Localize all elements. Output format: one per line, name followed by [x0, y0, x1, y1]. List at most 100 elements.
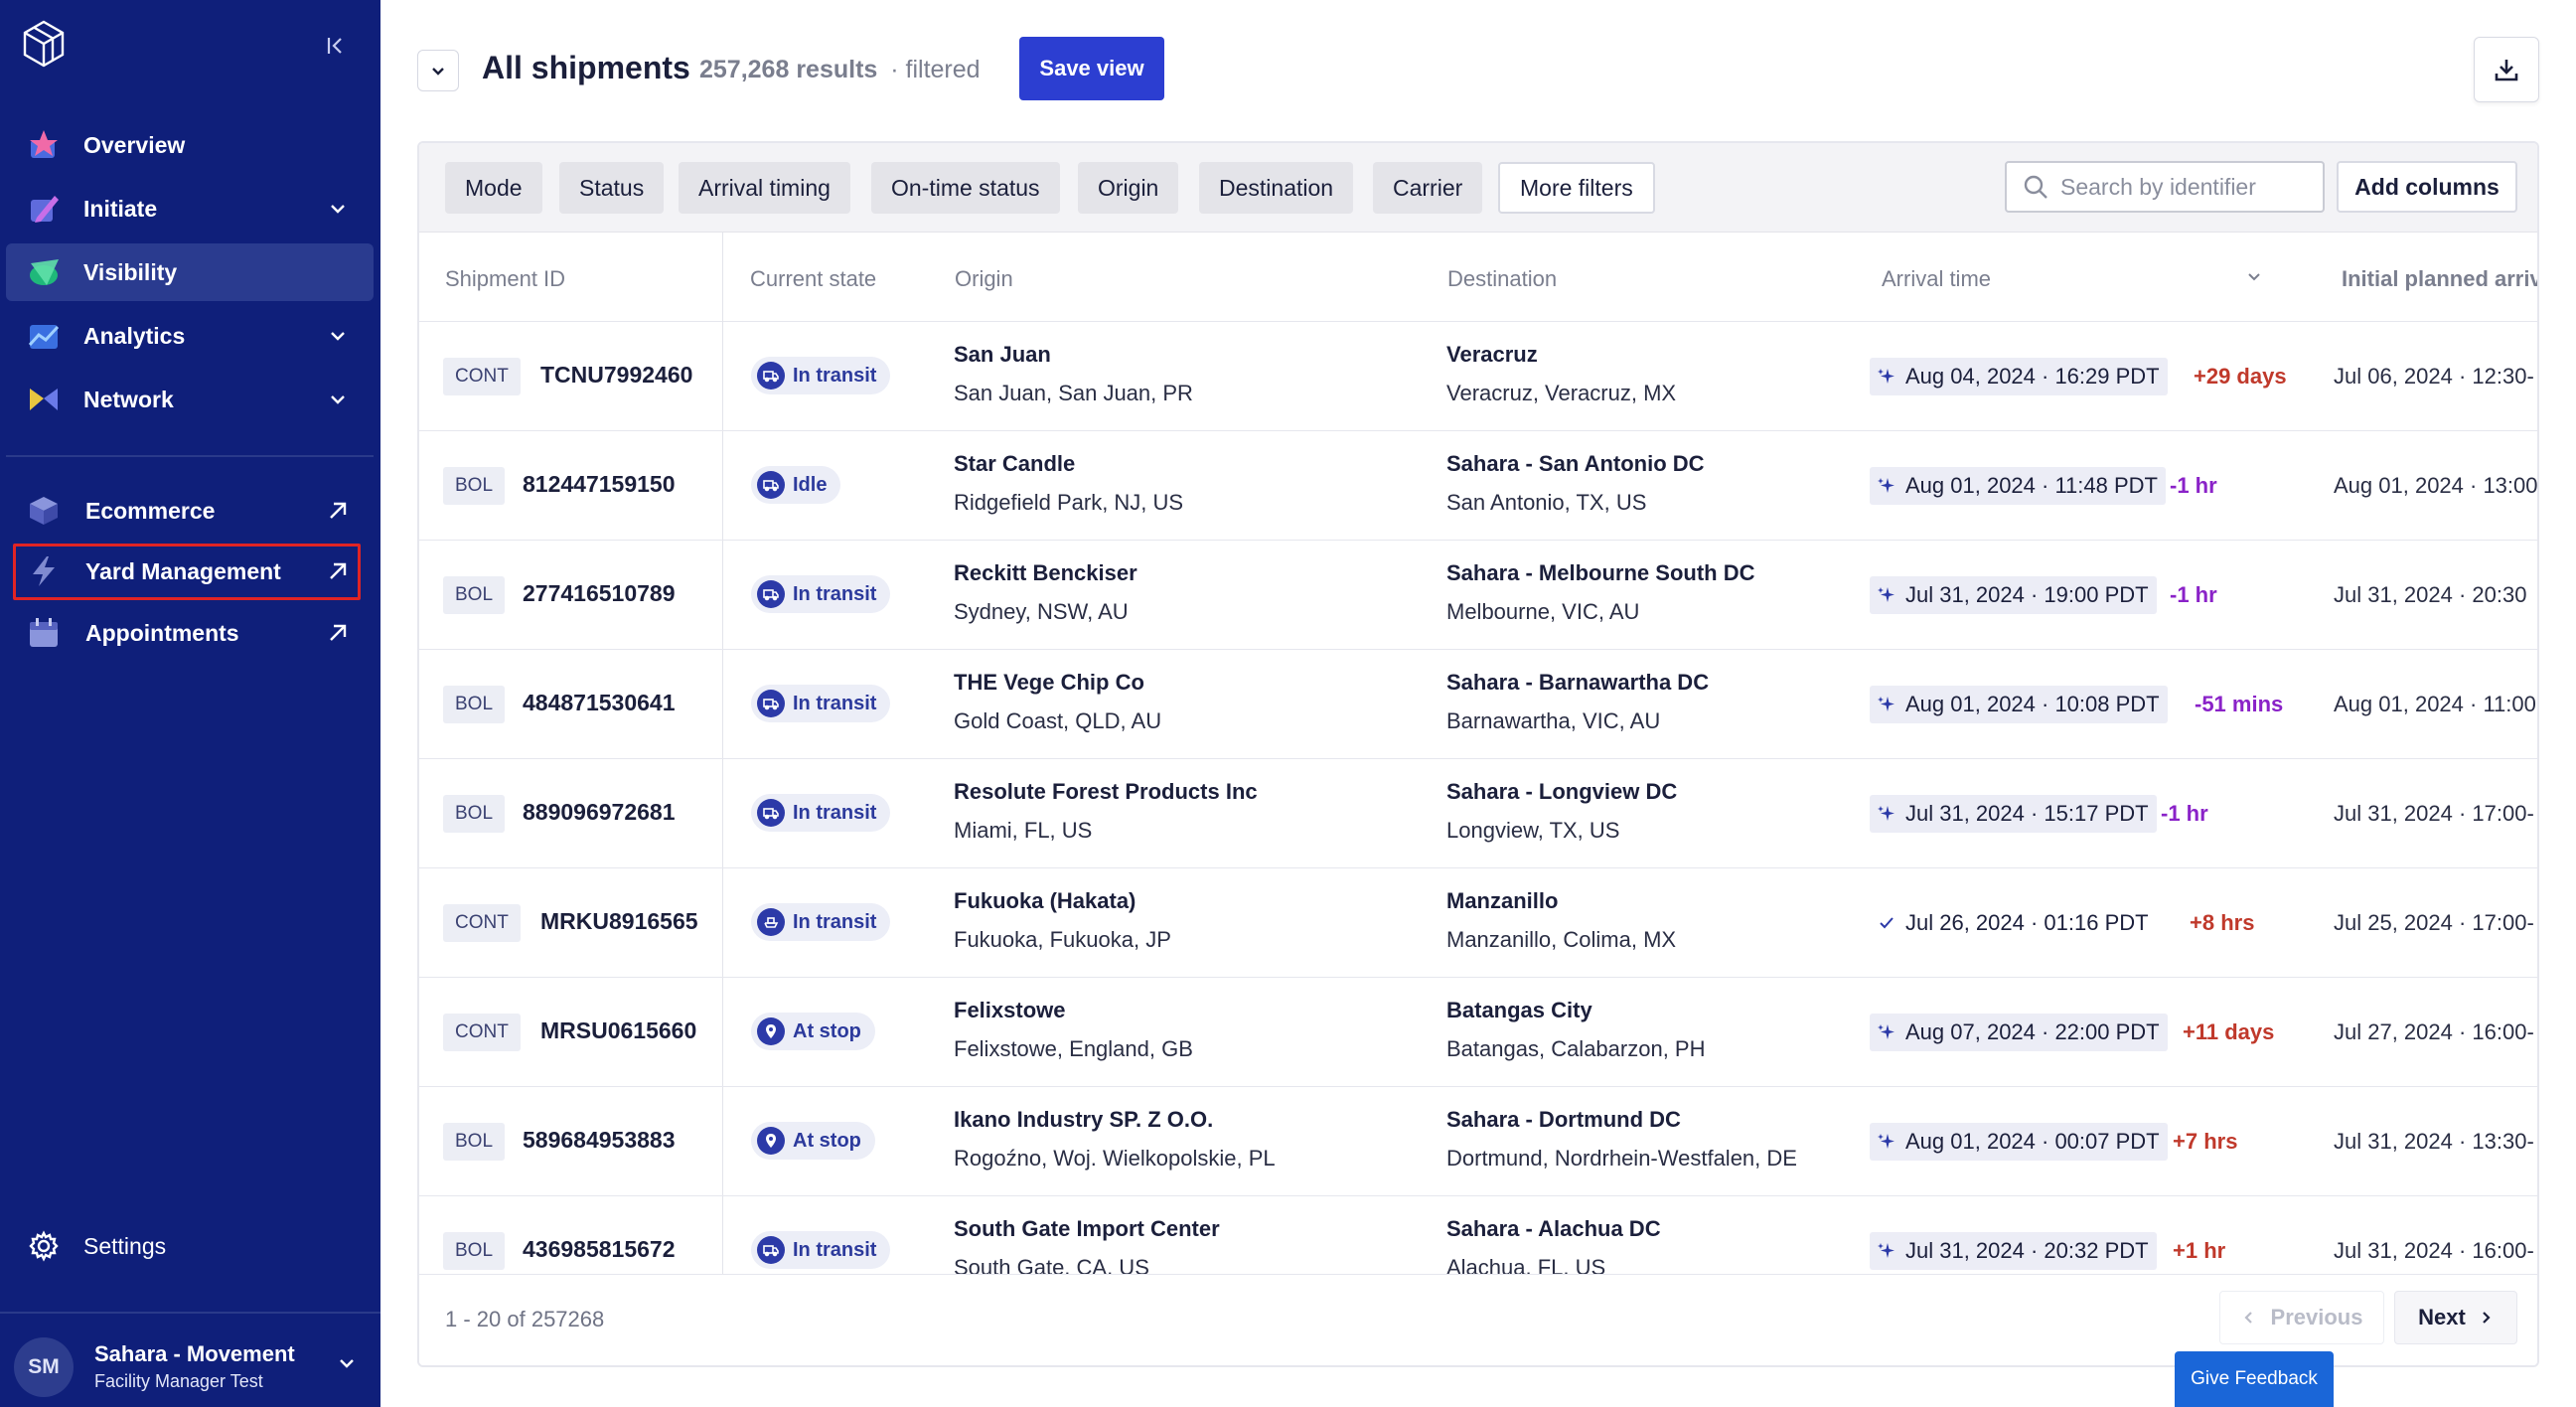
shipment-id[interactable]: 484871530641 [523, 690, 676, 716]
initial-planned-arrival: Jul 31, 2024 · 13:30- [2334, 1129, 2534, 1154]
shipment-type-badge: BOL [443, 686, 506, 723]
shipment-type-badge: BOL [443, 1123, 506, 1161]
settings-label: Settings [83, 1232, 167, 1259]
status-label: At stop [793, 1019, 861, 1042]
view-dropdown-button[interactable] [417, 50, 459, 91]
table-row[interactable]: BOL 589684953883 At stop Ikano Industry SP.… [419, 1087, 2537, 1196]
shipment-id[interactable]: TCNU7992460 [540, 362, 692, 389]
status-badge: In transit [751, 794, 891, 832]
filter-carrier[interactable]: Carrier [1373, 162, 1483, 214]
column-origin[interactable]: Origin [955, 266, 1013, 292]
sparkle-icon [1876, 1242, 1897, 1260]
more-filters-button[interactable]: More filters [1498, 162, 1655, 214]
chevron-down-icon[interactable] [324, 322, 352, 350]
table-row[interactable]: CONT MRSU0615660 At stop Felixstowe Felixsto… [419, 978, 2537, 1087]
shipment-id[interactable]: 589684953883 [523, 1127, 676, 1154]
truck-icon [757, 580, 785, 608]
origin-location: Ridgefield Park, NJ, US [954, 490, 1184, 515]
table-row[interactable]: BOL 812447159150 Idle Star Candle Ridgefield… [419, 431, 2537, 541]
sidebar-item-visibility[interactable]: Visibility [6, 243, 374, 301]
next-label: Next [2418, 1305, 2466, 1329]
column-arrival-time[interactable]: Arrival time [1882, 266, 1991, 292]
chevron-down-icon[interactable] [324, 195, 352, 223]
initial-planned-arrival: Jul 31, 2024 · 20:30 [2334, 582, 2527, 607]
origin-location: Rogoźno, Woj. Wielkopolskie, PL [954, 1146, 1276, 1171]
column-initial-planned-arrival[interactable]: Initial planned arriv [2342, 266, 2537, 292]
origin-name: South Gate Import Center [954, 1216, 1220, 1241]
table-row[interactable]: CONT MRKU8916565 In transit Fukuoka (Hakata… [419, 868, 2537, 978]
arrival-time: Aug 01, 2024 · 11:48 PDT [1870, 467, 2166, 505]
filter-status[interactable]: Status [559, 162, 665, 214]
table-row[interactable]: CONT TCNU7992460 In transit San Juan San Jua… [419, 322, 2537, 431]
shipment-id[interactable]: 436985815672 [523, 1236, 676, 1263]
user-name: Sahara - Movement [94, 1341, 295, 1366]
filter-on-time-status[interactable]: On-time status [871, 162, 1060, 214]
table-row[interactable]: BOL 889096972681 In transit Resolute Forest… [419, 759, 2537, 868]
origin-name: Reckitt Benckiser [954, 560, 1137, 585]
status-label: In transit [793, 801, 877, 824]
initial-planned-arrival: Jul 27, 2024 · 16:00- [2334, 1019, 2534, 1044]
sidebar-item-analytics[interactable]: Analytics [6, 307, 374, 365]
truck-icon [757, 799, 785, 827]
destination-location: Manzanillo, Colima, MX [1446, 927, 1677, 952]
destination-name: Sahara - San Antonio DC [1446, 451, 1705, 476]
shipment-id[interactable]: 277416510789 [523, 580, 676, 607]
truck-icon [757, 362, 785, 390]
app-logo-icon[interactable] [18, 18, 70, 70]
filter-arrival-timing[interactable]: Arrival timing [679, 162, 850, 214]
shipment-type-badge: BOL [443, 1232, 506, 1270]
arrival-value: Aug 07, 2024 · 22:00 PDT [1905, 1019, 2160, 1044]
column-shipment-id[interactable]: Shipment ID [445, 266, 565, 292]
sidebar-item-initiate[interactable]: Initiate [6, 180, 374, 237]
previous-page-button[interactable]: Previous [2219, 1291, 2384, 1344]
chevron-left-icon [2243, 1312, 2252, 1324]
sparkle-icon [1876, 477, 1897, 495]
table-row[interactable]: BOL 277416510789 In transit Reckitt Benckis… [419, 541, 2537, 650]
chevron-down-icon[interactable] [324, 386, 352, 413]
filter-mode[interactable]: Mode [445, 162, 542, 214]
shipment-type-badge: CONT [443, 1014, 521, 1051]
sidebar-item-overview[interactable]: Overview [6, 116, 374, 174]
arrival-value: Aug 01, 2024 · 11:48 PDT [1905, 473, 2158, 498]
external-link-icon[interactable] [324, 497, 352, 525]
filter-origin[interactable]: Origin [1078, 162, 1179, 214]
external-link-icon[interactable] [324, 619, 352, 647]
table-row[interactable]: BOL 484871530641 In transit THE Vege Chip C… [419, 650, 2537, 759]
sidebar-item-settings[interactable]: Settings [6, 1217, 374, 1275]
status-badge: In transit [751, 357, 891, 394]
arrival-time: Jul 31, 2024 · 15:17 PDT [1870, 795, 2157, 833]
arrival-delta: +7 hrs [2173, 1129, 2238, 1154]
shipment-id[interactable]: 812447159150 [523, 471, 676, 498]
chevron-right-icon [2483, 1312, 2491, 1324]
filter-destination[interactable]: Destination [1199, 162, 1354, 214]
column-current-state[interactable]: Current state [750, 266, 876, 292]
shipment-id[interactable]: MRSU0615660 [540, 1017, 696, 1044]
sort-chevron-icon[interactable] [2245, 268, 2263, 291]
arrival-value: Aug 04, 2024 · 16:29 PDT [1905, 364, 2160, 389]
user-menu[interactable]: SM Sahara - Movement Facility Manager Te… [0, 1312, 380, 1407]
collapse-sidebar-icon[interactable] [316, 26, 356, 66]
sidebar-item-network[interactable]: Network [6, 371, 374, 428]
chevron-down-icon [432, 68, 444, 76]
save-view-button[interactable]: Save view [1019, 37, 1164, 100]
add-columns-button[interactable]: Add columns [2337, 161, 2517, 213]
search-box[interactable] [2005, 161, 2325, 213]
status-label: In transit [793, 910, 877, 933]
give-feedback-button[interactable]: Give Feedback [2175, 1351, 2334, 1407]
arrival-value: Jul 31, 2024 · 20:32 PDT [1905, 1238, 2149, 1263]
destination-location: Melbourne, VIC, AU [1446, 599, 1640, 624]
sidebar-item-label: Visibility [83, 258, 178, 285]
shipment-type-badge: CONT [443, 358, 521, 395]
shipment-id[interactable]: 889096972681 [523, 799, 676, 826]
sidebar-item-ecommerce[interactable]: Ecommerce [6, 482, 374, 540]
origin-location: Felixstowe, England, GB [954, 1036, 1193, 1061]
truck-icon [757, 1236, 785, 1264]
chevron-down-icon[interactable] [337, 1353, 357, 1378]
column-destination[interactable]: Destination [1447, 266, 1557, 292]
search-input[interactable] [2060, 173, 2309, 201]
shipment-id[interactable]: MRKU8916565 [540, 908, 698, 935]
download-button[interactable] [2474, 37, 2539, 102]
download-icon [2495, 60, 2518, 81]
next-page-button[interactable]: Next [2394, 1291, 2517, 1344]
sidebar-item-appointments[interactable]: Appointments [6, 604, 374, 662]
